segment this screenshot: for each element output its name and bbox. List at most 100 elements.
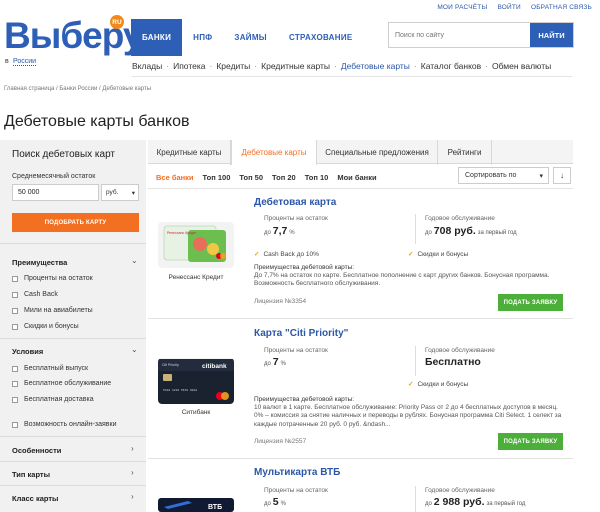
checkbox[interactable] [12, 307, 18, 314]
feature-discounts: ✓ Скидки и бонусы [408, 380, 469, 389]
filter-free-delivery[interactable]: Бесплатная доставка [12, 396, 94, 403]
group-features[interactable]: Особенности [12, 446, 61, 455]
group-card-type[interactable]: Тип карты [12, 470, 50, 479]
group-advantages[interactable]: Преимущества [12, 258, 67, 267]
checkbox[interactable] [12, 365, 18, 372]
chevron-right-icon[interactable]: › [131, 444, 134, 453]
search-input[interactable] [389, 23, 530, 47]
divider [415, 214, 416, 244]
feedback-link[interactable]: ОБРАТНАЯ СВЯЗЬ [531, 4, 592, 11]
balance-input[interactable]: 50 000 [12, 184, 99, 201]
checkbox-label: Бесплатная доставка [24, 396, 94, 403]
fee-label: Годовое обслуживание [425, 347, 495, 354]
subnav-bank-catalog[interactable]: Каталог банков [421, 61, 481, 71]
tab-special-offers[interactable]: Специальные предложения [317, 140, 438, 165]
card-brand-text: Ренессанс Кредит [167, 231, 197, 235]
subnav-debit-cards[interactable]: Дебетовые карты [341, 61, 410, 71]
breadcrumb[interactable]: Главная страница / Банки России / Дебето… [4, 86, 151, 92]
checkbox[interactable] [12, 291, 18, 298]
rate-value: до 7,7 % [264, 225, 295, 237]
subnav-sep: · [166, 61, 170, 71]
filter-top-100[interactable]: Топ 100 [203, 173, 231, 182]
sidebar-title: Поиск дебетовых карт [12, 149, 116, 160]
subnav-credit-cards[interactable]: Кредитные карты [261, 61, 330, 71]
fee-value: до 708 руб. за первый год [425, 225, 517, 237]
subnav-sep: · [254, 61, 258, 71]
group-conditions[interactable]: Условия [12, 347, 43, 356]
filter-miles[interactable]: Мили на авиабилеты [12, 307, 93, 314]
filter-online-application[interactable]: Возможность онлайн-заявки [12, 421, 117, 428]
subnav-sep: · [334, 61, 337, 71]
nav-loans[interactable]: ЗАЙМЫ [223, 19, 278, 56]
renaissance-card-image[interactable]: Ренессанс Кредит [158, 222, 234, 268]
filter-interest[interactable]: Проценты на остаток [12, 275, 93, 282]
filter-top-20[interactable]: Топ 20 [272, 173, 296, 182]
feature-discounts: ✓ Скидки и бонусы [408, 250, 469, 259]
filter-my-banks[interactable]: Мои банки [337, 173, 376, 182]
checkbox[interactable] [12, 323, 18, 330]
pick-card-button[interactable]: ПОДОБРАТЬ КАРТУ [12, 213, 139, 232]
login-link[interactable]: ВОЙТИ [497, 4, 521, 11]
filter-top-50[interactable]: Топ 50 [239, 173, 263, 182]
chevron-down-icon[interactable]: ⌄ [131, 345, 138, 354]
filter-free-service[interactable]: Бесплатное обслуживание [12, 380, 111, 387]
citi-card-image[interactable]: citibank Citi Priority 5432 1234 5678 90… [158, 358, 234, 404]
checkbox-label: Скидки и бонусы [24, 323, 79, 330]
checkbox-label: Бесплатное обслуживание [24, 380, 112, 387]
rate-prefix: до [264, 230, 271, 236]
subnav-credits[interactable]: Кредиты [216, 61, 250, 71]
card-name[interactable]: Мультикарта ВТБ [254, 467, 340, 478]
subnav-currency-exchange[interactable]: Обмен валюты [492, 61, 551, 71]
feature-label: Скидки и бонусы [417, 250, 469, 258]
subnav-deposits[interactable]: Вклады [132, 61, 162, 71]
sort-direction-icon[interactable]: ↓ [553, 167, 571, 184]
checkbox[interactable] [12, 275, 18, 282]
sort-select[interactable]: Сортировать по ▾ [458, 167, 549, 184]
nav-insurance[interactable]: СТРАХОВАНИЕ [278, 19, 364, 56]
vtb-card-image[interactable]: ВТБ [158, 498, 234, 512]
rate-unit: % [280, 361, 286, 367]
search-button[interactable]: НАЙТИ [530, 23, 573, 47]
check-icon: ✓ [408, 381, 414, 388]
tab-debit-cards[interactable]: Дебетовые карты [231, 140, 317, 165]
chevron-down-icon[interactable]: ⌄ [131, 256, 138, 265]
filter-all-banks[interactable]: Все банки [156, 173, 194, 182]
nav-banks[interactable]: БАНКИ [131, 19, 183, 56]
nav-npf[interactable]: НПФ [182, 19, 223, 56]
rate-prefix: до [264, 501, 271, 507]
logo-badge: RU [110, 15, 124, 29]
chevron-right-icon[interactable]: › [131, 492, 134, 501]
card-name[interactable]: Карта "Citi Priority" [254, 328, 348, 339]
chevron-down-icon: ▾ [131, 189, 135, 197]
rate-value: до 5 % [264, 496, 286, 508]
apply-button[interactable]: ПОДАТЬ ЗАЯВКУ [498, 433, 563, 450]
filter-top-10[interactable]: Топ 10 [305, 173, 329, 182]
divider [0, 485, 146, 486]
divider [415, 346, 416, 376]
apply-button[interactable]: ПОДАТЬ ЗАЯВКУ [498, 294, 563, 311]
card-name[interactable]: Дебетовая карта [254, 197, 336, 208]
currency-select[interactable]: руб. ▾ [101, 184, 139, 201]
tab-ratings[interactable]: Рейтинги [438, 140, 492, 165]
city-prefix: в [5, 58, 9, 65]
filter-free-issue[interactable]: Бесплатный выпуск [12, 365, 88, 372]
city-selector[interactable]: России [13, 58, 37, 66]
fee-label: Годовое обслуживание [425, 215, 495, 222]
site-search: НАЙТИ [388, 22, 574, 48]
checkbox[interactable] [12, 421, 18, 428]
feature-label: Скидки и бонусы [417, 380, 469, 388]
checkbox[interactable] [12, 396, 18, 403]
filter-cashback[interactable]: Cash Back [12, 291, 58, 298]
divider [0, 338, 146, 339]
group-card-class[interactable]: Класс карты [12, 494, 58, 503]
rate-unit: % [289, 230, 295, 236]
fee-prefix: до [425, 230, 432, 236]
fee-prefix: до [425, 501, 432, 507]
my-calculations-link[interactable]: МОИ РАСЧЁТЫ [437, 4, 487, 11]
checkbox[interactable] [12, 380, 18, 387]
subnav-sep: · [485, 61, 489, 71]
subnav-mortgage[interactable]: Ипотека [173, 61, 205, 71]
chevron-right-icon[interactable]: › [131, 468, 134, 477]
tab-credit-cards[interactable]: Кредитные карты [148, 140, 231, 165]
filter-discounts[interactable]: Скидки и бонусы [12, 323, 79, 330]
